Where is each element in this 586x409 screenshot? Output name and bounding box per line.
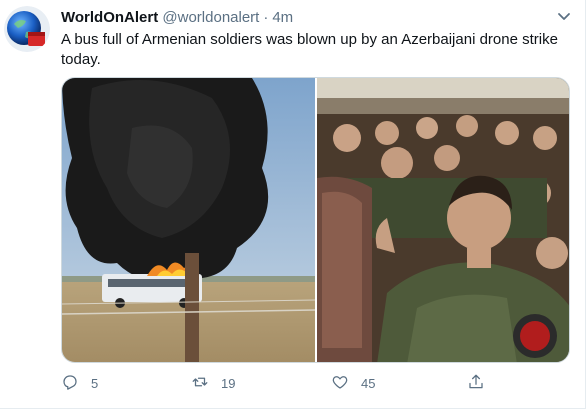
like-button[interactable]: 45 xyxy=(331,373,375,394)
tweet-timestamp[interactable]: 4m xyxy=(272,9,293,26)
reply-button[interactable]: 5 xyxy=(61,373,98,394)
retweet-button[interactable]: 19 xyxy=(191,373,235,394)
tweet-media[interactable] xyxy=(61,77,570,363)
media-image-soldiers-selfie[interactable] xyxy=(317,78,569,362)
share-button[interactable] xyxy=(467,373,485,394)
author-handle[interactable]: @worldonalert xyxy=(162,9,259,26)
separator-dot: · xyxy=(263,9,269,26)
like-count: 45 xyxy=(361,376,376,391)
tweet-actions: 5 19 45 xyxy=(61,373,501,393)
heart-icon xyxy=(331,373,349,394)
retweet-icon xyxy=(191,373,209,394)
share-icon xyxy=(467,373,485,394)
author-name[interactable]: WorldOnAlert xyxy=(61,9,158,26)
tweet-header: WorldOnAlert @worldonalert · 4m xyxy=(61,9,293,26)
reply-icon xyxy=(61,373,79,394)
avatar[interactable] xyxy=(4,6,50,52)
tweet[interactable]: WorldOnAlert @worldonalert · 4m A bus full… xyxy=(0,0,586,409)
chevron-down-icon[interactable] xyxy=(555,10,573,24)
media-image-bus-fire[interactable] xyxy=(62,78,316,362)
retweet-count: 19 xyxy=(221,376,236,391)
tweet-text: A bus full of Armenian soldiers was blow… xyxy=(61,31,558,68)
reply-count: 5 xyxy=(91,376,99,391)
